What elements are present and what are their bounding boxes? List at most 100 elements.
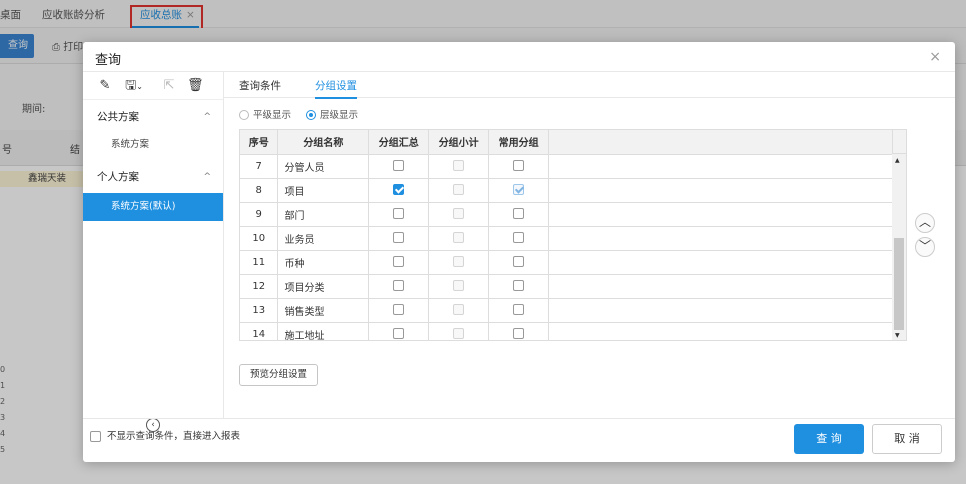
group-table: 序号 分组名称 分组汇总 分组小计 常用分组 7 分管人员 8 项目 9 部门 10 业务员 1… [240, 130, 906, 340]
tab-group-settings[interactable]: 分组设置 [315, 78, 357, 99]
public-scheme-group[interactable]: 公共方案 ^ [83, 106, 223, 128]
subtotal-checkbox-cell [428, 298, 490, 323]
table-row[interactable]: 10 业务员 [240, 226, 906, 251]
summary-checkbox[interactable] [393, 256, 405, 268]
common-checkbox[interactable] [513, 256, 525, 268]
summary-checkbox[interactable] [393, 160, 405, 172]
row-filler-cell [548, 250, 906, 275]
move-down-icon[interactable]: ﹀ [915, 237, 935, 257]
common-checkbox[interactable] [513, 328, 525, 340]
table-row[interactable]: 8 项目 [240, 178, 906, 203]
common-checkbox-cell [488, 202, 550, 227]
summary-checkbox-cell [368, 250, 430, 275]
trash-icon[interactable]: 🗑 [187, 78, 204, 94]
skip-conditions-label: 不显示查询条件，直接进入报表 [107, 431, 241, 442]
skip-conditions-checkbox[interactable] [90, 431, 101, 442]
summary-checkbox[interactable] [393, 208, 405, 220]
subtotal-checkbox [453, 208, 465, 220]
table-row[interactable]: 14 施工地址 [240, 322, 906, 340]
summary-checkbox-cell [368, 322, 430, 340]
col-header-filler [548, 130, 906, 155]
summary-checkbox[interactable] [393, 328, 405, 340]
col-header-common: 常用分组 [488, 130, 550, 155]
common-checkbox[interactable] [513, 280, 525, 292]
radio-hierarchical[interactable] [306, 109, 317, 120]
tab-query-conditions[interactable]: 查询条件 [239, 78, 281, 93]
col-header-summary: 分组汇总 [368, 130, 430, 155]
subtotal-checkbox [453, 256, 465, 268]
row-number-cell: 7 [240, 154, 279, 179]
summary-checkbox[interactable] [393, 280, 405, 292]
subtotal-checkbox-cell [428, 250, 490, 275]
common-checkbox[interactable] [513, 304, 525, 316]
preview-group-settings-button[interactable]: 预览分组设置 [239, 364, 318, 386]
summary-checkbox[interactable] [393, 184, 405, 196]
save-icon[interactable]: 🖫⌄ [123, 78, 145, 94]
chevron-up-icon: ^ [203, 172, 211, 182]
summary-checkbox-cell [368, 154, 430, 179]
common-checkbox[interactable] [513, 184, 525, 196]
settings-tabs: 查询条件 分组设置 [224, 72, 955, 99]
grid-corner [892, 130, 906, 154]
row-filler-cell [548, 226, 906, 251]
close-icon[interactable]: × [929, 49, 941, 65]
row-number-cell: 12 [240, 274, 279, 299]
summary-checkbox-cell [368, 202, 430, 227]
radio-flat-label: 平级显示 [253, 110, 292, 121]
row-number-cell: 11 [240, 250, 279, 275]
cancel-button[interactable]: 取 消 [872, 424, 942, 454]
subtotal-checkbox-cell [428, 202, 490, 227]
personal-scheme-group[interactable]: 个人方案 ^ [83, 166, 223, 188]
radio-flat[interactable] [239, 109, 249, 120]
row-number-cell: 8 [240, 178, 279, 203]
personal-group-label: 个人方案 [97, 171, 139, 183]
row-filler-cell [548, 298, 906, 323]
skip-conditions-option[interactable]: 不显示查询条件，直接进入报表 [90, 428, 240, 442]
grid-scrollbar[interactable]: ▲ ▼ [892, 154, 906, 340]
table-row[interactable]: 7 分管人员 [240, 154, 906, 179]
table-row[interactable]: 9 部门 [240, 202, 906, 227]
query-button[interactable]: 查 询 [794, 424, 864, 454]
scroll-down-icon[interactable]: ▼ [895, 332, 900, 339]
public-group-label: 公共方案 [97, 111, 139, 123]
subtotal-checkbox [453, 328, 465, 340]
dialog-title: 查询 [95, 53, 122, 68]
radio-hierarchical-label: 层级显示 [320, 110, 359, 121]
move-up-icon[interactable]: ︿ [915, 213, 935, 233]
subtotal-checkbox-cell [428, 178, 490, 203]
subtotal-checkbox-cell [428, 274, 490, 299]
group-name-cell: 项目 [277, 178, 370, 203]
group-name-cell: 项目分类 [277, 274, 370, 299]
common-checkbox[interactable] [513, 232, 525, 244]
subtotal-checkbox-cell [428, 322, 490, 340]
summary-checkbox[interactable] [393, 304, 405, 316]
table-row[interactable]: 13 销售类型 [240, 298, 906, 323]
row-filler-cell [548, 202, 906, 227]
row-number-cell: 10 [240, 226, 279, 251]
row-number-cell: 14 [240, 322, 279, 340]
summary-checkbox[interactable] [393, 232, 405, 244]
table-row[interactable]: 12 项目分类 [240, 274, 906, 299]
subtotal-checkbox-cell [428, 226, 490, 251]
group-name-cell: 部门 [277, 202, 370, 227]
summary-checkbox-cell [368, 178, 430, 203]
group-name-cell: 分管人员 [277, 154, 370, 179]
row-filler-cell [548, 274, 906, 299]
row-filler-cell [548, 322, 906, 340]
common-checkbox[interactable] [513, 160, 525, 172]
group-name-cell: 币种 [277, 250, 370, 275]
scrollbar-thumb[interactable] [894, 238, 904, 330]
scheme-item-system[interactable]: 系统方案 [83, 131, 223, 159]
group-name-cell: 销售类型 [277, 298, 370, 323]
scroll-up-icon[interactable]: ▲ [895, 157, 900, 164]
export-icon[interactable]: ⇱ [161, 78, 177, 94]
scheme-item-system-default[interactable]: 系统方案(默认) [83, 193, 223, 221]
row-number-cell: 13 [240, 298, 279, 323]
row-number-cell: 9 [240, 202, 279, 227]
common-checkbox[interactable] [513, 208, 525, 220]
common-checkbox-cell [488, 226, 550, 251]
table-row[interactable]: 11 币种 [240, 250, 906, 275]
col-header-name: 分组名称 [277, 130, 370, 155]
edit-icon[interactable]: ✎ [97, 78, 113, 94]
group-settings-grid: 序号 分组名称 分组汇总 分组小计 常用分组 7 分管人员 8 项目 9 部门 10 业务员 1… [239, 129, 907, 341]
